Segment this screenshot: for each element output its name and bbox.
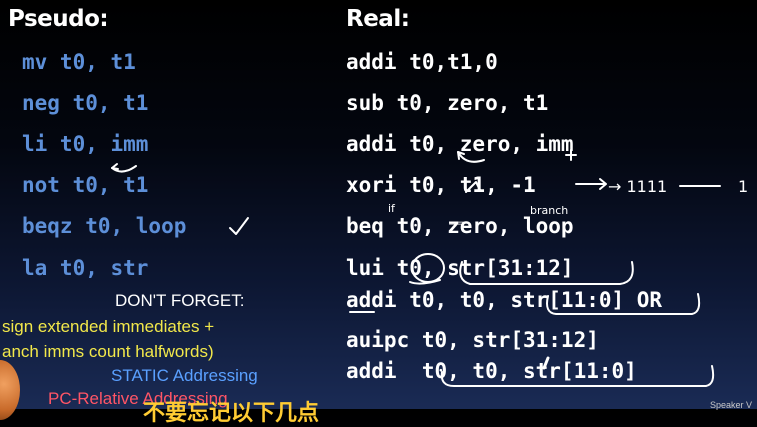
pseudo-instr-not: not t0, t1 — [22, 173, 149, 197]
checkmark-icon — [229, 217, 249, 235]
subtitle-caption: 不要忘记以下几点 — [143, 401, 320, 426]
real-instr-la-addi: addi t0, t0, str[11:0] OR — [346, 288, 663, 312]
li-arrow-mark — [111, 165, 137, 173]
real-instr-beqz: beq t0, zero, loop — [346, 214, 574, 238]
one-annotation: 1 — [738, 177, 748, 196]
real-instr-la-lui: lui t0, str[31:12] — [346, 256, 574, 280]
real-instr-neg: sub t0, zero, t1 — [346, 91, 549, 115]
real-instr-mv: addi t0,t1,0 — [346, 50, 498, 74]
pseudo-header: Pseudo: — [8, 6, 109, 32]
pseudo-instr-neg: neg t0, t1 — [22, 91, 149, 115]
pseudo-instr-li: li t0, imm — [22, 132, 149, 156]
real-instr-not: xori t0, t1, -1 — [346, 173, 536, 197]
real-header: Real: — [346, 6, 410, 32]
speaker-avatar — [0, 360, 20, 420]
ones-annotation: → 1111 — [608, 177, 667, 196]
real-instr-auipc: auipc t0, str[31:12] — [346, 328, 599, 352]
sign-extended-note: sign extended immediates + — [2, 317, 215, 336]
real-instr-auipc-addi: addi t0, t0, str[11:0] — [346, 359, 637, 383]
pseudo-instr-mv: mv t0, t1 — [22, 50, 136, 74]
dont-forget-label: DON'T FORGET: — [115, 291, 245, 310]
real-instr-li: addi t0, zero, imm — [346, 132, 574, 156]
minus-one-arrow — [575, 178, 607, 190]
halfwords-note: anch imms count halfwords) — [2, 342, 214, 361]
pseudo-instr-la: la t0, str — [22, 256, 149, 280]
pseudo-instr-beqz: beqz t0, loop — [22, 214, 187, 238]
static-addressing-note: STATIC Addressing — [111, 366, 258, 385]
